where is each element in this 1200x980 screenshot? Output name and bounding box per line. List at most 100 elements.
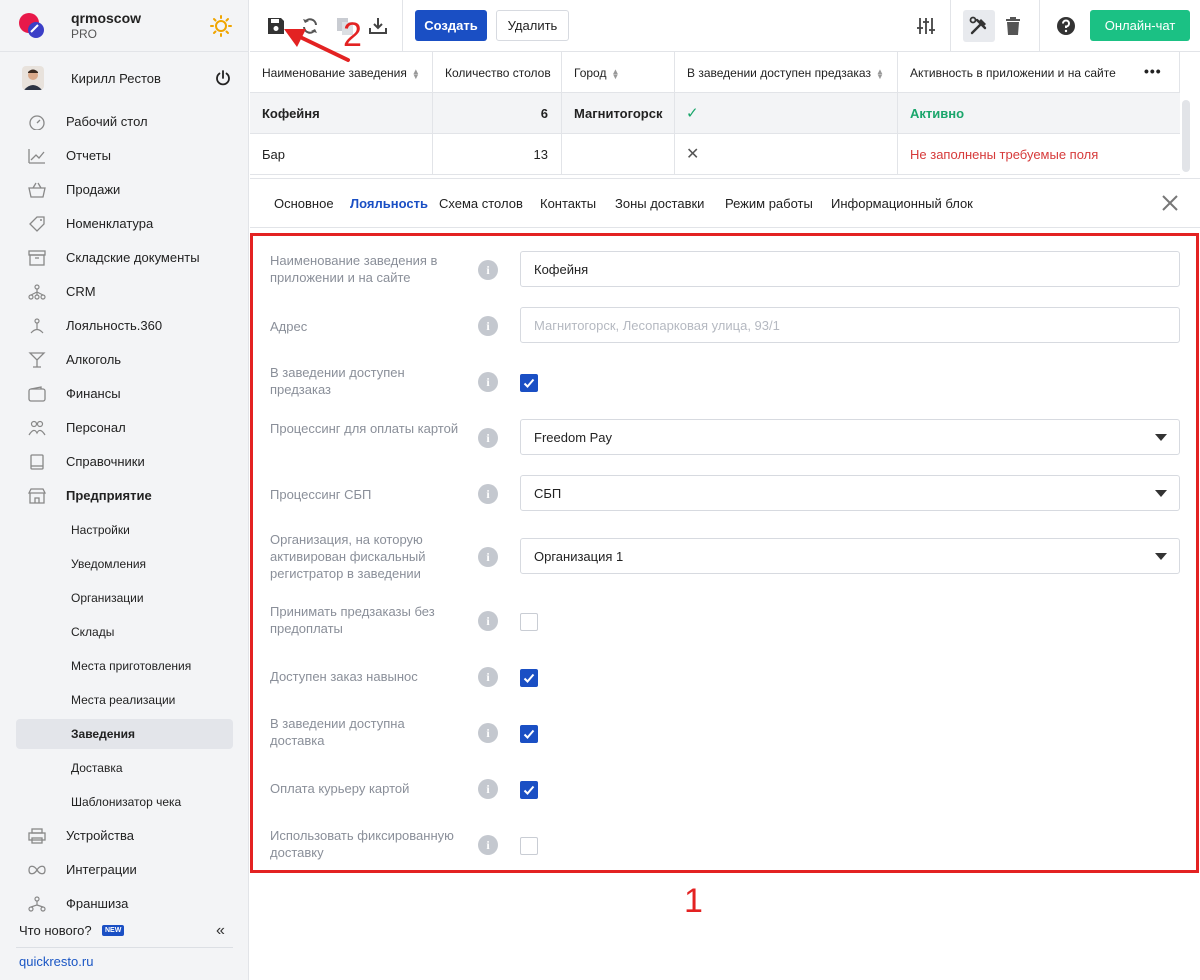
select-value: СБП (534, 486, 562, 501)
info-icon[interactable]: i (478, 547, 498, 567)
sidebar-subitem-label: Места реализации (71, 693, 176, 707)
power-icon[interactable] (214, 69, 232, 87)
sidebar-item-finance[interactable]: Финансы (16, 379, 233, 409)
sidebar-item-label: CRM (66, 284, 96, 299)
sidebar-item-label: Продажи (66, 182, 121, 197)
info-icon[interactable]: i (478, 372, 498, 392)
field-label: В заведении доступна доставка (270, 716, 405, 748)
annotation-label-1: 1 (684, 882, 703, 920)
tools-icon[interactable] (968, 15, 990, 37)
column-header-name[interactable]: Наименование заведения ▲ ▼ (250, 52, 433, 93)
info-icon[interactable]: i (478, 484, 498, 504)
sidebar-subitem-cooking-places[interactable]: Места приготовления (16, 651, 233, 681)
fixed-delivery-checkbox[interactable] (520, 837, 538, 855)
tab-info-block[interactable]: Информационный блок (831, 196, 973, 211)
courier-card-checkbox[interactable] (520, 781, 538, 799)
sidebar-item-label: Рабочий стол (66, 114, 148, 129)
create-button[interactable]: Создать (415, 10, 487, 41)
info-icon[interactable]: i (478, 723, 498, 743)
sidebar-subitem-sale-places[interactable]: Места реализации (16, 685, 233, 715)
sliders-icon[interactable] (915, 15, 937, 37)
sidebar-item-devices[interactable]: Устройства (16, 821, 233, 851)
sidebar-item-franchise[interactable]: Франшиза (16, 889, 233, 919)
sidebar-subitem-label: Уведомления (71, 557, 147, 571)
tab-contacts[interactable]: Контакты (540, 196, 596, 211)
venue-name-input[interactable] (520, 251, 1180, 287)
sidebar: qrmoscow PRO Кирилл Рестов Рабочий стол … (0, 0, 249, 980)
tab-delivery-zones[interactable]: Зоны доставки (615, 196, 704, 211)
info-icon[interactable]: i (478, 611, 498, 631)
close-icon[interactable] (1160, 193, 1180, 213)
delete-button[interactable]: Удалить (496, 10, 569, 41)
tab-loyalty[interactable]: Лояльность (350, 196, 428, 211)
online-chat-button[interactable]: Онлайн-чат (1090, 10, 1190, 41)
tab-table-layout[interactable]: Схема столов (439, 196, 523, 211)
sidebar-item-enterprise[interactable]: Предприятие (16, 481, 233, 511)
address-input[interactable] (520, 307, 1180, 343)
more-options-icon[interactable]: ••• (1144, 63, 1162, 79)
sidebar-item-staff[interactable]: Персонал (16, 413, 233, 443)
printer-icon (28, 828, 46, 844)
avatar[interactable] (22, 66, 44, 90)
sidebar-subitem-label: Организации (71, 591, 144, 605)
toolbar-divider (950, 0, 951, 52)
sidebar-item-references[interactable]: Справочники (16, 447, 233, 477)
help-icon[interactable] (1055, 15, 1077, 37)
column-header-tables[interactable]: Количество столов (433, 52, 562, 93)
sidebar-item-alcohol[interactable]: Алкоголь (16, 345, 233, 375)
column-header-activity[interactable]: Активность в приложении и на сайте ••• (898, 52, 1180, 93)
whats-new-link[interactable]: Что нового? (19, 923, 92, 938)
takeaway-checkbox[interactable] (520, 669, 538, 687)
toolbar-divider (402, 0, 403, 52)
store-icon (28, 488, 46, 504)
info-icon[interactable]: i (478, 835, 498, 855)
no-prepayment-checkbox[interactable] (520, 613, 538, 631)
sidebar-item-reports[interactable]: Отчеты (16, 141, 233, 171)
sun-theme-icon[interactable] (210, 15, 232, 37)
sbp-processing-select[interactable]: СБП (520, 475, 1180, 511)
sidebar-item-loyalty[interactable]: Лояльность.360 (16, 311, 233, 341)
tab-working-hours[interactable]: Режим работы (725, 196, 813, 211)
field-label: В заведении доступен предзаказ (270, 365, 405, 397)
sidebar-item-warehouse-docs[interactable]: Складские документы (16, 243, 233, 273)
sidebar-subitem-warehouses[interactable]: Склады (16, 617, 233, 647)
column-header-preorder[interactable]: В заведении доступен предзаказ ▲ ▼ (675, 52, 898, 93)
sidebar-subitem-receipt-template[interactable]: Шаблонизатор чека (16, 787, 233, 817)
info-icon[interactable]: i (478, 667, 498, 687)
sidebar-item-label: Алкоголь (66, 352, 122, 367)
trash-icon[interactable] (1002, 15, 1024, 37)
table-scrollbar[interactable] (1182, 100, 1190, 172)
sidebar-item-crm[interactable]: CRM (16, 277, 233, 307)
card-processing-select[interactable]: Freedom Pay (520, 419, 1180, 455)
column-header-label: Город (574, 66, 607, 80)
sidebar-subitem-venues[interactable]: Заведения (16, 719, 233, 749)
sidebar-item-sales[interactable]: Продажи (16, 175, 233, 205)
cell-city: Магнитогорск (562, 93, 675, 133)
sidebar-subitem-notifications[interactable]: Уведомления (16, 549, 233, 579)
sidebar-subitem-label: Настройки (71, 523, 130, 537)
info-icon[interactable]: i (478, 779, 498, 799)
tab-main[interactable]: Основное (274, 196, 334, 211)
info-icon[interactable]: i (478, 428, 498, 448)
sidebar-item-label: Франшиза (66, 896, 129, 911)
field-label: Использовать фиксированную доставку (270, 828, 454, 860)
delivery-checkbox[interactable] (520, 725, 538, 743)
download-icon[interactable] (367, 15, 389, 37)
sidebar-subitem-delivery[interactable]: Доставка (16, 753, 233, 783)
column-header-city[interactable]: Город ▲ ▼ (562, 52, 675, 93)
sidebar-subitem-settings[interactable]: Настройки (16, 515, 233, 545)
sidebar-subitem-organizations[interactable]: Организации (16, 583, 233, 613)
info-icon[interactable]: i (478, 316, 498, 336)
preorder-checkbox[interactable] (520, 374, 538, 392)
info-icon[interactable]: i (478, 260, 498, 280)
table-row[interactable]: Кофейня 6 Магнитогорск ✓ Активно (250, 93, 1180, 134)
user-name: Кирилл Рестов (71, 71, 161, 86)
sidebar-item-integrations[interactable]: Интеграции (16, 855, 233, 885)
quickresto-link[interactable]: quickresto.ru (19, 954, 93, 969)
collapse-sidebar-icon[interactable]: « (216, 922, 225, 940)
organization-select[interactable]: Организация 1 (520, 538, 1180, 574)
sidebar-item-nomenclature[interactable]: Номенклатура (16, 209, 233, 239)
sidebar-item-dashboard[interactable]: Рабочий стол (16, 107, 233, 137)
table-row[interactable]: Бар 13 ✕ Не заполнены требуемые поля (250, 134, 1180, 175)
sort-icon: ▲ ▼ (411, 66, 420, 81)
